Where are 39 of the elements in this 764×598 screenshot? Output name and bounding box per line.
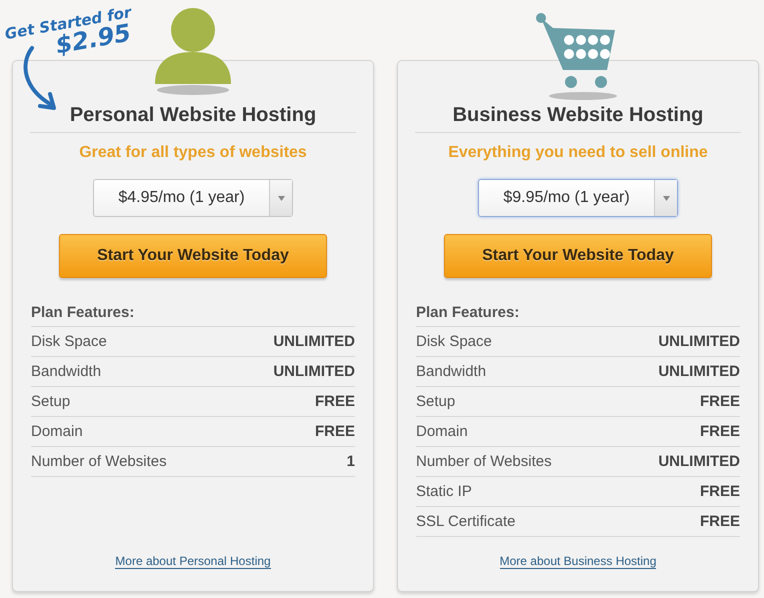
feature-name: Static IP [416,483,472,500]
promo-text: Get Started for $2.95 [4,3,134,62]
feature-name: Bandwidth [31,363,102,380]
feature-value: FREE [700,513,740,530]
feature-value: FREE [314,423,355,440]
feature-value: FREE [314,393,355,410]
start-website-button[interactable]: Start Your Website Today [59,234,327,278]
feature-name: Number of Websites [31,453,167,470]
feature-value: FREE [700,483,740,500]
price-dropdown[interactable]: $9.95/mo (1 year) [478,179,678,217]
feature-value: UNLIMITED [273,363,355,380]
feature-name: Disk Space [31,333,107,350]
feature-value: UNLIMITED [658,453,740,470]
feature-value: 1 [346,453,355,470]
plan-tagline: Great for all types of websites [78,144,308,162]
more-link[interactable]: More about Personal Hosting [115,554,271,569]
feature-name: Bandwidth [416,363,486,380]
feature-value: UNLIMITED [658,333,740,350]
price-dropdown[interactable]: $4.95/mo (1 year) [93,179,293,217]
feature-value: FREE [700,393,740,410]
caret-icon [662,196,670,200]
more-link[interactable]: More about Business Hosting [500,554,656,569]
plan-title: Personal Website Hosting [30,104,356,133]
feature-name: Domain [31,423,83,440]
feature-name: Setup [416,393,456,410]
feature-name: Setup [31,393,70,410]
feature-value: UNLIMITED [658,363,740,380]
feature-value: UNLIMITED [273,333,355,350]
caret-icon [278,196,284,200]
plan-title: Business Website Hosting [415,104,741,133]
features-heading: Plan Features: [31,304,355,327]
plan-tagline: Everything you need to sell online [447,144,709,162]
features-heading: Plan Features: [416,304,740,327]
feature-name: SSL Certificate [416,513,516,530]
feature-name: Domain [416,423,468,440]
feature-name: Disk Space [416,333,492,350]
start-website-button[interactable]: Start Your Website Today [444,234,712,278]
feature-value: FREE [700,423,740,440]
feature-name: Number of Websites [416,453,552,470]
